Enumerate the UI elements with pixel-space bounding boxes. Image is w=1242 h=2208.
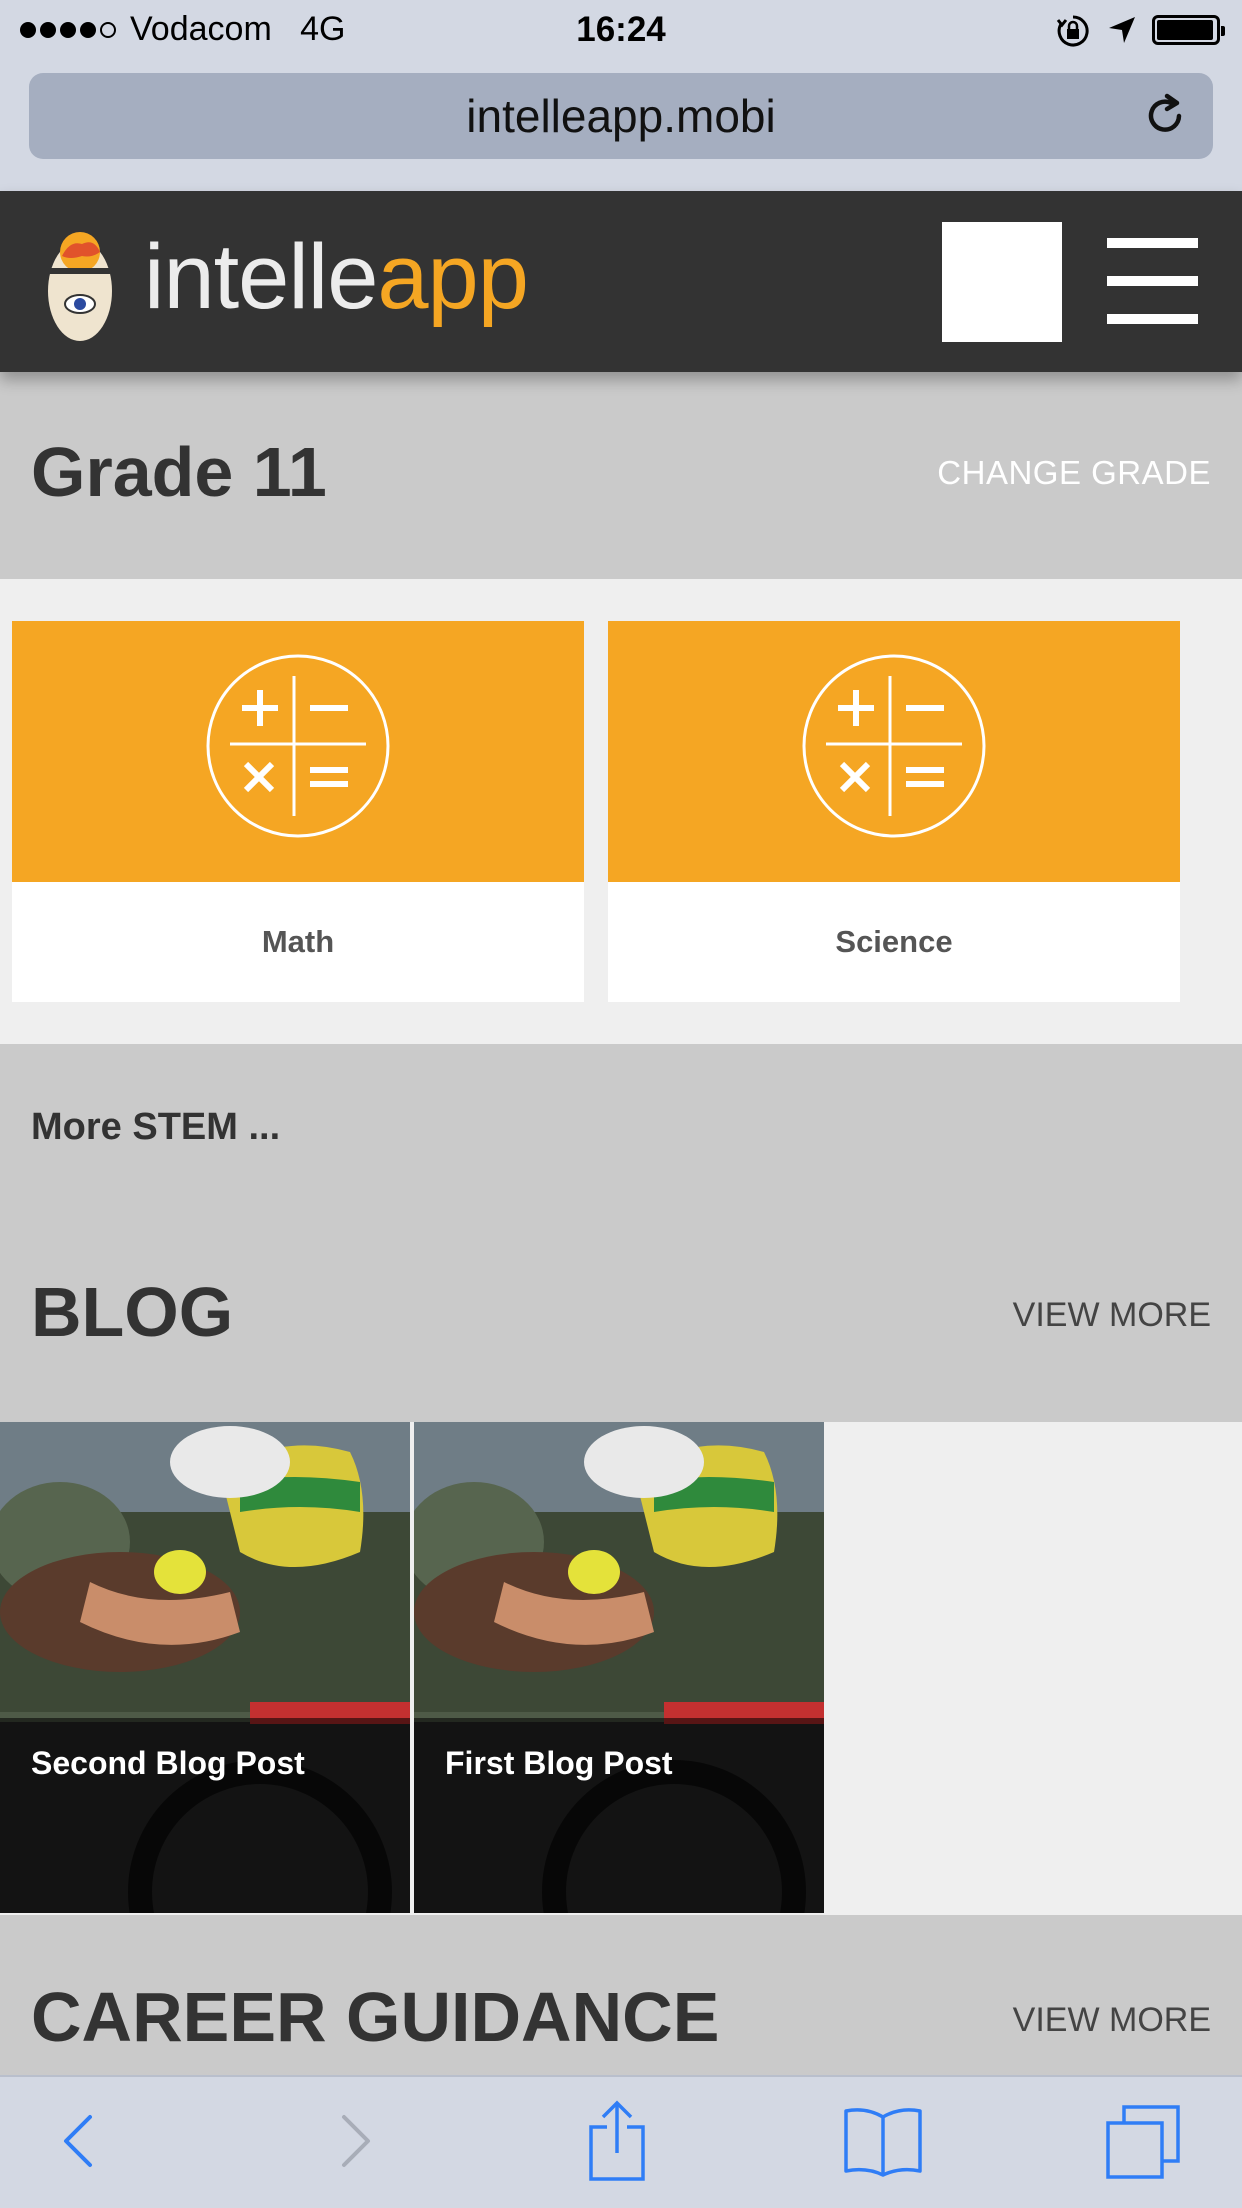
- subject-card-science[interactable]: Science: [608, 621, 1180, 1002]
- back-arrow-icon[interactable]: [56, 2105, 104, 2177]
- browser-chrome: Vodacom 4G 16:24 intelleapp.mobi: [0, 0, 1242, 191]
- logo-text-intelle: intelle: [144, 226, 378, 328]
- subject-card-header: [608, 621, 1180, 882]
- hamburger-menu-icon[interactable]: [1107, 238, 1198, 324]
- browser-toolbar: [0, 2075, 1242, 2208]
- blog-title: BLOG: [31, 1273, 234, 1351]
- blog-post-title[interactable]: Second Blog Post: [31, 1745, 305, 1782]
- career-guidance-section: CAREER GUIDANCE VIEW MORE: [0, 1915, 1242, 2075]
- blog-view-more-link[interactable]: VIEW MORE: [1013, 1296, 1211, 1335]
- rotation-lock-icon: [1056, 15, 1089, 47]
- subject-card-math[interactable]: Math: [12, 621, 584, 1002]
- app-header: intelleapp: [0, 191, 1242, 372]
- header-white-box[interactable]: [942, 222, 1062, 342]
- more-stem-and-blog-section: More STEM ... BLOG VIEW MORE: [0, 1044, 1242, 1422]
- subject-card-label: Science: [835, 924, 953, 959]
- intelleapp-logo-icon[interactable]: [40, 218, 120, 344]
- change-grade-link[interactable]: CHANGE GRADE: [937, 454, 1211, 492]
- calculator-icon: [206, 654, 390, 838]
- bookmarks-icon[interactable]: [842, 2105, 924, 2177]
- blog-post-title[interactable]: First Blog Post: [445, 1745, 673, 1782]
- url-text[interactable]: intelleapp.mobi: [29, 73, 1213, 159]
- forward-arrow-icon[interactable]: [330, 2105, 378, 2177]
- more-stem-link[interactable]: More STEM ...: [31, 1106, 280, 1149]
- subject-card-label: Math: [261, 924, 335, 959]
- tabs-icon[interactable]: [1104, 2103, 1182, 2181]
- career-view-more-link[interactable]: VIEW MORE: [1013, 2001, 1211, 2040]
- logo-text-app: app: [377, 226, 528, 328]
- share-icon[interactable]: [585, 2099, 649, 2183]
- app-logo-text[interactable]: intelleapp: [144, 226, 529, 328]
- calculator-icon: [802, 654, 986, 838]
- blog-post-card[interactable]: Second Blog Post: [0, 1422, 410, 1913]
- grade-section: Grade 11 CHANGE GRADE: [0, 372, 1242, 579]
- career-guidance-title: CAREER GUIDANCE: [31, 1978, 720, 2056]
- reload-icon[interactable]: [1141, 92, 1189, 140]
- grade-title: Grade 11: [31, 433, 327, 511]
- battery-icon: [1152, 15, 1225, 45]
- subject-card-header: [12, 621, 584, 882]
- address-bar[interactable]: intelleapp.mobi: [29, 73, 1213, 159]
- status-bar: Vodacom 4G 16:24: [0, 0, 1242, 60]
- location-arrow-icon: [1109, 17, 1135, 43]
- blog-post-card[interactable]: First Blog Post: [414, 1422, 824, 1913]
